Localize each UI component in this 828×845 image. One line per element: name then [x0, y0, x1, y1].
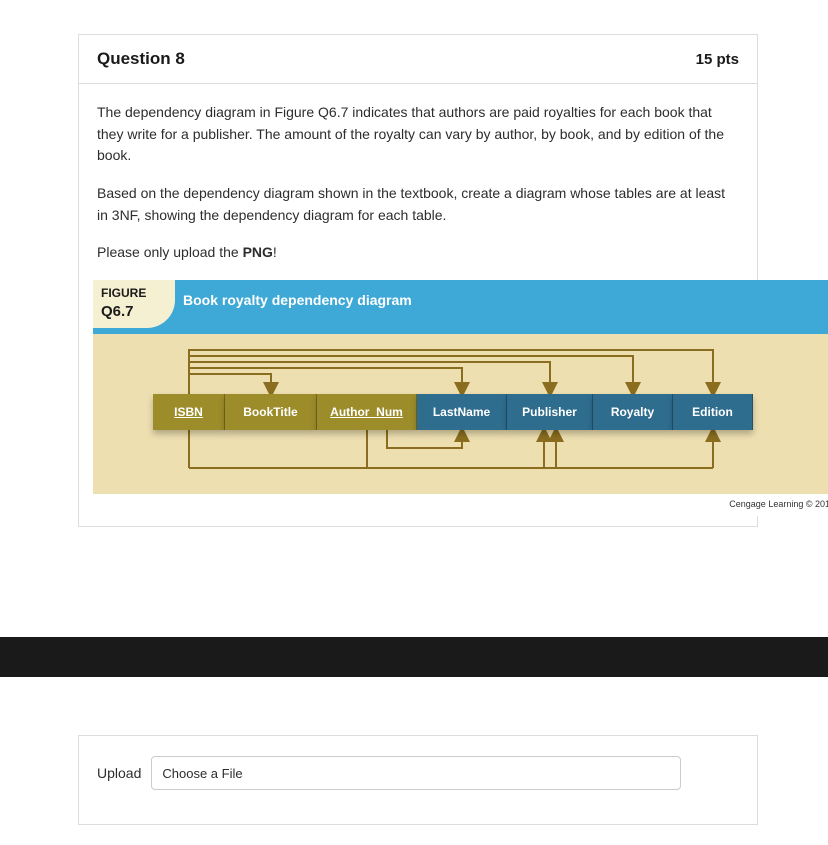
column-label: Edition [692, 403, 733, 422]
figure: FIGURE Q6.7 Book royalty dependency diag… [93, 280, 828, 516]
column-booktitle: BookTitle [225, 394, 317, 430]
figure-tab: FIGURE Q6.7 [93, 280, 175, 328]
column-label: Author_Num [330, 403, 403, 422]
column-publisher: Publisher [507, 394, 593, 430]
column-label: LastName [433, 403, 490, 422]
upload-note-bold: PNG [243, 244, 273, 260]
upload-note-suffix: ! [273, 244, 277, 260]
figure-copyright: Cengage Learning © 2015 [93, 494, 828, 516]
question-paragraph: Based on the dependency diagram shown in… [97, 183, 739, 226]
column-row: ISBN BookTitle Author_Num LastName Publisher… [153, 394, 753, 430]
file-input-group: Choose a File [151, 756, 681, 790]
column-lastname: LastName [417, 394, 507, 430]
section-divider [0, 637, 828, 677]
question-title: Question 8 [97, 49, 185, 69]
column-royalty: Royalty [593, 394, 673, 430]
column-label: ISBN [174, 403, 203, 422]
question-card: Question 8 15 pts The dependency diagram… [78, 34, 758, 527]
column-isbn: ISBN [153, 394, 225, 430]
question-points: 15 pts [696, 51, 739, 68]
question-paragraph: The dependency diagram in Figure Q6.7 in… [97, 102, 739, 167]
file-name-field[interactable] [266, 756, 681, 790]
column-label: Royalty [611, 403, 654, 422]
figure-header: FIGURE Q6.7 Book royalty dependency diag… [93, 280, 828, 334]
choose-file-button[interactable]: Choose a File [151, 756, 271, 790]
column-label: Publisher [522, 403, 577, 422]
upload-note-prefix: Please only upload the [97, 244, 243, 260]
column-edition: Edition [673, 394, 753, 430]
column-label: BookTitle [243, 403, 297, 422]
diagram-area: ISBN BookTitle Author_Num LastName Publisher… [93, 334, 828, 494]
question-body: The dependency diagram in Figure Q6.7 in… [79, 84, 757, 526]
question-header: Question 8 15 pts [79, 35, 757, 84]
upload-note: Please only upload the PNG! [97, 242, 739, 264]
upload-label: Upload [97, 765, 141, 781]
figure-title: Book royalty dependency diagram [183, 288, 412, 312]
column-author_num: Author_Num [317, 394, 417, 430]
upload-card: Upload Choose a File [78, 735, 758, 825]
figure-label: FIGURE [101, 286, 146, 300]
figure-number: Q6.7 [101, 303, 167, 321]
